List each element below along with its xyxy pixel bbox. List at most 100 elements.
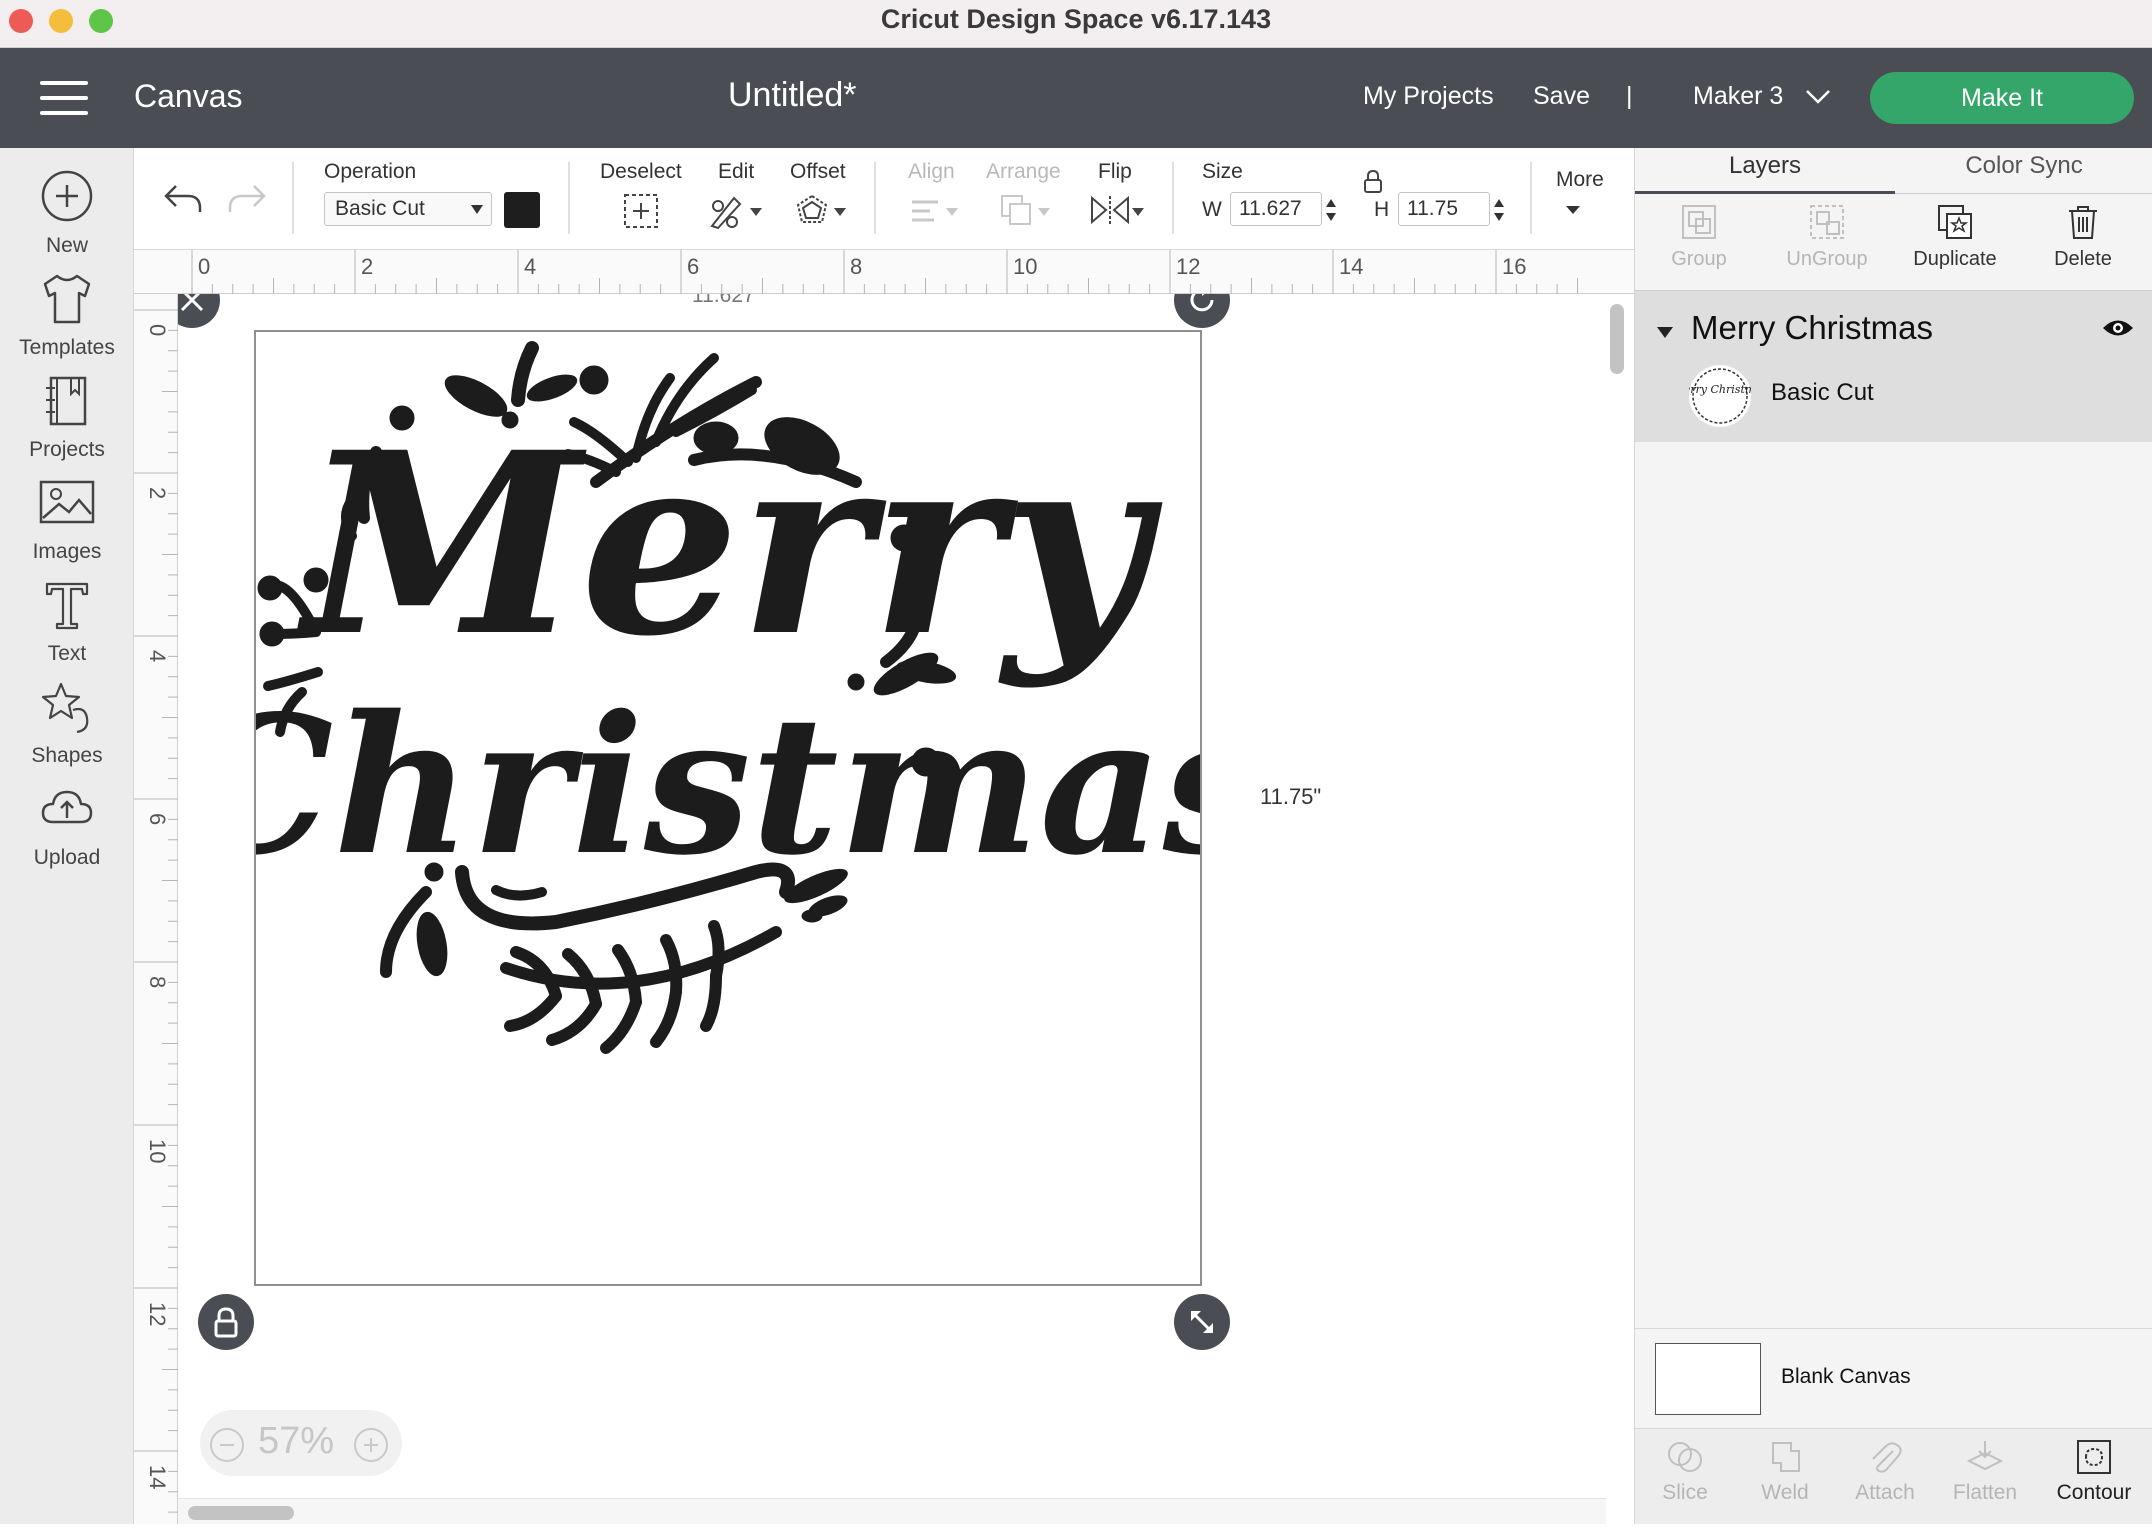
weld-icon (1772, 1442, 1800, 1472)
sidebar-item-label: Upload (33, 846, 101, 869)
notebook-icon (46, 376, 87, 426)
delete-handle-button[interactable] (178, 294, 220, 328)
eye-icon[interactable] (2101, 317, 2135, 339)
arrange-icon[interactable] (998, 192, 1056, 230)
group-label: Group (1671, 248, 1727, 270)
ruler-ticks: 0 2 4 6 8 10 12 14 16 (191, 250, 1578, 294)
rotate-handle-button[interactable] (1174, 294, 1230, 328)
layer-name: Basic Cut (1771, 379, 1874, 406)
blank-canvas-swatch[interactable] (1655, 1343, 1761, 1415)
deselect-icon[interactable] (622, 192, 660, 230)
toolbar-divider (1530, 162, 1532, 234)
my-projects-link[interactable]: My Projects (1363, 82, 1494, 111)
caret-down-icon (471, 205, 483, 214)
group-icon (1682, 205, 1716, 239)
lock-icon (214, 1307, 238, 1338)
ruler-label: 0 (145, 324, 170, 336)
sidebar-item-upload[interactable]: Upload (0, 760, 134, 890)
operation-select[interactable]: Basic Cut (324, 192, 492, 226)
selected-design-bounding-box[interactable]: Merry Christmas (182, 330, 1270, 1286)
merry-text-art: Merry (296, 397, 1163, 691)
width-stepper[interactable] (1324, 196, 1338, 224)
fern-bottom-art (500, 920, 782, 1054)
height-input[interactable]: 11.75 (1398, 192, 1490, 226)
ungroup-button[interactable]: UnGroup (1763, 202, 1891, 282)
height-label: H (1374, 198, 1390, 221)
delete-label: Delete (2054, 248, 2112, 270)
align-label: Align (908, 160, 955, 183)
width-dimension-label: 11.627" (692, 294, 763, 307)
caret-down-icon[interactable] (1564, 204, 1582, 216)
zoom-control: 57% (200, 1410, 402, 1476)
toolbar-divider (1172, 162, 1174, 234)
ruler-label: 14 (1339, 254, 1363, 279)
zoom-out-button[interactable] (210, 1428, 244, 1462)
ruler-label: 12 (145, 1302, 170, 1326)
toolbar-divider (292, 162, 294, 234)
contour-icon (2077, 1440, 2111, 1474)
ruler-label: 6 (145, 813, 170, 825)
flatten-button[interactable]: Flatten (1935, 1437, 2035, 1505)
undo-icon[interactable] (162, 180, 204, 216)
layer-thumbnail[interactable]: Merry Christmas (1672, 365, 1768, 427)
header-separator: | (1626, 82, 1633, 110)
blank-canvas-row[interactable]: Blank Canvas (1635, 1328, 2152, 1428)
redo-icon[interactable] (226, 180, 268, 216)
tab-color-sync[interactable]: Color Sync (1895, 152, 2152, 194)
layer-thumbnail-art: Merry Christmas (1672, 368, 1768, 424)
slice-button[interactable]: Slice (1635, 1437, 1735, 1505)
attach-label: Attach (1855, 1481, 1915, 1504)
color-swatch[interactable] (504, 192, 540, 228)
align-icon[interactable] (908, 194, 962, 228)
save-link[interactable]: Save (1533, 82, 1590, 111)
offset-icon[interactable] (794, 192, 850, 230)
more-button[interactable]: More (1556, 168, 1604, 192)
layer-group-row[interactable]: Merry Christmas Merry Christmas Basic Cu… (1635, 290, 2152, 442)
delete-button[interactable]: Delete (2019, 202, 2147, 282)
flip-icon[interactable] (1088, 192, 1148, 230)
slice-label: Slice (1662, 1481, 1708, 1504)
operation-value: Basic Cut (335, 197, 425, 220)
width-input[interactable]: 11.627 (1230, 192, 1322, 226)
design-canvas[interactable]: 11.627" Merry hristma 11.75" 57% (178, 294, 1606, 1498)
weld-button[interactable]: Weld (1735, 1437, 1835, 1505)
flatten-icon (1966, 1441, 2004, 1471)
expand-caret-icon[interactable] (1657, 327, 1673, 338)
top-ruler: 0 2 4 6 8 10 12 14 16 (134, 250, 1634, 294)
chevron-down-icon[interactable] (1805, 88, 1831, 106)
layer-group-name: Merry Christmas (1691, 309, 1934, 346)
merry-christmas-design[interactable]: Merry Christmas (182, 332, 1270, 1284)
thumbnail-text: Merry Christmas (1689, 383, 1751, 396)
duplicate-icon (1938, 205, 1972, 239)
close-icon (180, 294, 204, 312)
machine-selector[interactable]: Maker 3 (1693, 82, 1783, 111)
duplicate-button[interactable]: Duplicate (1891, 202, 2019, 282)
ruler-label: 0 (198, 254, 210, 279)
lock-handle-button[interactable] (198, 1294, 254, 1350)
ruler-label: 2 (361, 254, 373, 279)
window-titlebar: Cricut Design Space v6.17.143 (0, 0, 2152, 48)
text-t-icon (45, 582, 89, 630)
group-button[interactable]: Group (1635, 202, 1763, 282)
contour-button[interactable]: Contour (2035, 1437, 2152, 1505)
edit-scissors-icon[interactable] (708, 192, 766, 230)
ungroup-icon (1810, 205, 1844, 239)
make-it-button[interactable]: Make It (1870, 72, 2134, 124)
resize-handle-button[interactable] (1174, 1294, 1230, 1350)
zoom-in-button[interactable] (354, 1428, 388, 1462)
ruler-label: 10 (145, 1139, 170, 1163)
section-title: Canvas (134, 78, 243, 114)
lock-icon[interactable] (1360, 168, 1386, 194)
plus-circle-icon (41, 170, 93, 222)
attach-button[interactable]: Attach (1835, 1437, 1935, 1505)
hamburger-menu-icon[interactable] (40, 81, 88, 115)
ruler-label: 16 (1502, 254, 1526, 279)
height-dimension-label: 11.75" (1260, 784, 1322, 809)
trash-icon (2069, 206, 2097, 239)
slice-icon (1668, 1442, 1702, 1472)
vertical-scrollbar[interactable] (1610, 304, 1624, 374)
ruler-label: 4 (524, 254, 536, 279)
horizontal-scrollbar[interactable] (188, 1506, 294, 1520)
height-stepper[interactable] (1492, 196, 1506, 224)
tab-layers[interactable]: Layers (1635, 152, 1895, 194)
